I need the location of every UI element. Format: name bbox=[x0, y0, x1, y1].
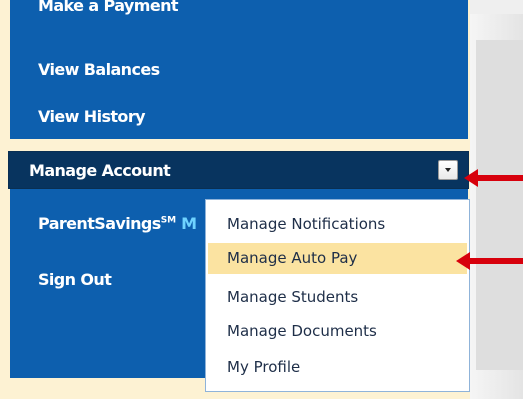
manage-account-dropdown-menu: Manage Notifications Manage Auto Pay Man… bbox=[205, 199, 470, 392]
service-mark: SM bbox=[160, 215, 177, 226]
nav-item-view-balances[interactable]: View Balances bbox=[38, 60, 160, 79]
nav-item-parent-savings[interactable]: ParentSavingsSM M bbox=[38, 214, 197, 233]
nav-item-make-payment[interactable]: Make a Payment bbox=[38, 0, 179, 15]
menu-item-manage-auto-pay[interactable]: Manage Auto Pay bbox=[208, 243, 467, 274]
nav-item-view-history[interactable]: View History bbox=[38, 107, 146, 126]
chevron-down-icon bbox=[445, 168, 451, 172]
manage-account-dropdown-button[interactable] bbox=[438, 160, 458, 180]
arrow-left-icon bbox=[464, 169, 523, 187]
background-page-top bbox=[468, 0, 523, 14]
nav-panel-top: Make a Payment View Balances View Histor… bbox=[10, 0, 468, 139]
parent-savings-tail: M bbox=[181, 214, 197, 233]
manage-account-bar[interactable]: Manage Account bbox=[8, 151, 469, 189]
menu-item-my-profile[interactable]: My Profile bbox=[208, 352, 467, 383]
background-page-band bbox=[476, 40, 523, 370]
manage-account-label: Manage Account bbox=[29, 161, 171, 180]
parent-savings-label: ParentSavings bbox=[38, 214, 161, 233]
menu-item-manage-documents[interactable]: Manage Documents bbox=[208, 316, 467, 347]
nav-item-sign-out[interactable]: Sign Out bbox=[38, 270, 112, 289]
arrow-left-icon bbox=[456, 252, 523, 270]
menu-item-manage-students[interactable]: Manage Students bbox=[208, 282, 467, 313]
menu-item-manage-notifications[interactable]: Manage Notifications bbox=[208, 209, 467, 240]
